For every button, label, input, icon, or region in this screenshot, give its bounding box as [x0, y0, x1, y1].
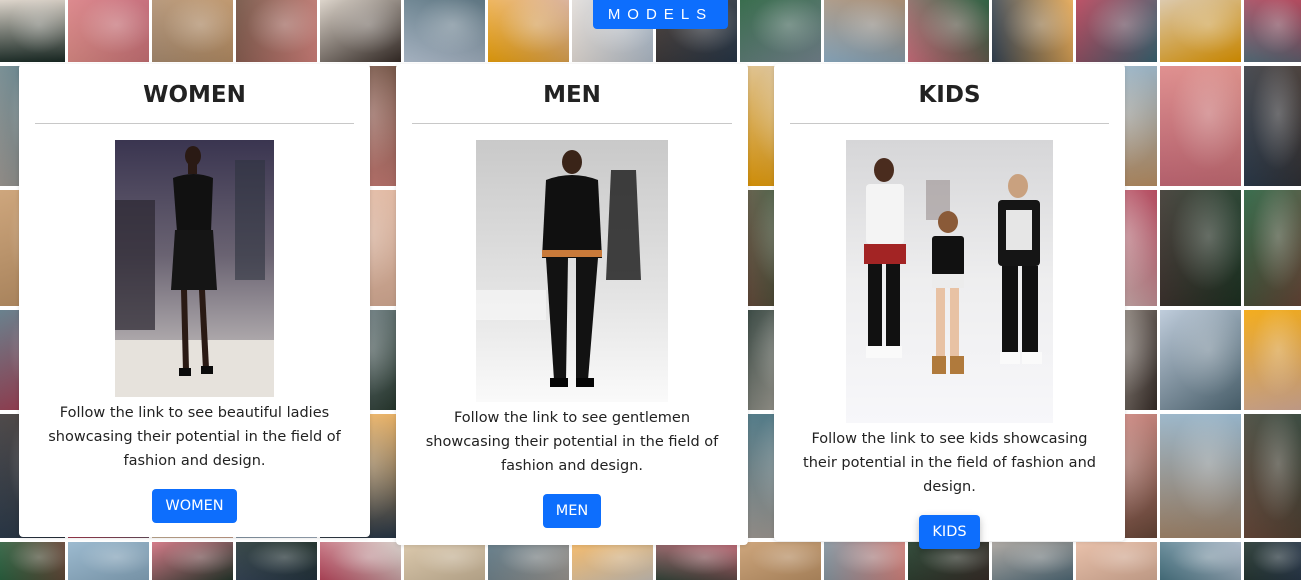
- collage-photo-tile: [1160, 190, 1241, 306]
- collage-photo-tile: [404, 542, 485, 580]
- collage-photo-tile: [740, 0, 821, 62]
- collage-photo-tile: [320, 542, 401, 580]
- collage-photo-tile: [1244, 414, 1301, 538]
- collage-photo-tile: [68, 542, 149, 580]
- women-runway-photo: [115, 140, 274, 397]
- collage-photo-tile: [152, 542, 233, 580]
- collage-photo-tile: [152, 0, 233, 62]
- collage-photo-tile: [0, 542, 65, 580]
- collage-photo-tile: [1076, 0, 1157, 62]
- collage-photo-tile: [1244, 0, 1301, 62]
- women-button[interactable]: WOMEN: [152, 489, 237, 523]
- men-runway-photo: [476, 140, 668, 402]
- collage-photo-tile: [488, 0, 569, 62]
- collage-photo-tile: [68, 0, 149, 62]
- men-button[interactable]: MEN: [542, 494, 602, 528]
- collage-photo-tile: [1160, 66, 1241, 186]
- collage-photo-tile: [1160, 310, 1241, 410]
- collage-photo-tile: [656, 542, 737, 580]
- collage-photo-tile: [236, 542, 317, 580]
- collage-photo-tile: [572, 542, 653, 580]
- collage-photo-tile: [992, 0, 1073, 62]
- men-card: MEN Follow the link to see gentlemen sho…: [396, 64, 748, 545]
- kids-card-title: KIDS: [918, 82, 981, 108]
- men-card-divider: [412, 123, 732, 124]
- kids-card-divider: [790, 123, 1109, 124]
- women-card-title: WOMEN: [143, 82, 246, 108]
- collage-photo-tile: [488, 542, 569, 580]
- models-button[interactable]: MODELS: [593, 0, 728, 29]
- collage-photo-tile: [1244, 190, 1301, 306]
- women-card-description: Follow the link to see beautiful ladies …: [48, 405, 341, 469]
- women-card-divider: [35, 123, 354, 124]
- collage-photo-tile: [1244, 66, 1301, 186]
- kids-card-description: Follow the link to see kids showcasing t…: [803, 431, 1096, 495]
- collage-photo-tile: [320, 0, 401, 62]
- collage-photo-tile: [236, 0, 317, 62]
- men-card-title: MEN: [543, 82, 601, 108]
- collage-photo-tile: [1244, 310, 1301, 410]
- kids-runway-photo: [846, 140, 1053, 423]
- men-card-description: Follow the link to see gentlemen showcas…: [425, 410, 719, 474]
- collage-photo-tile: [1160, 414, 1241, 538]
- collage-photo-tile: [0, 0, 65, 62]
- collage-photo-tile: [908, 0, 989, 62]
- women-card: WOMEN Follow the link to see beautiful l…: [19, 64, 370, 537]
- collage-photo-tile: [404, 0, 485, 62]
- collage-photo-tile: [1160, 542, 1241, 580]
- collage-photo-tile: [824, 0, 905, 62]
- collage-photo-tile: [1244, 542, 1301, 580]
- kids-card: KIDS Follow the link to see kids showcas…: [774, 64, 1125, 549]
- collage-photo-tile: [1160, 0, 1241, 62]
- kids-button[interactable]: KIDS: [919, 515, 980, 549]
